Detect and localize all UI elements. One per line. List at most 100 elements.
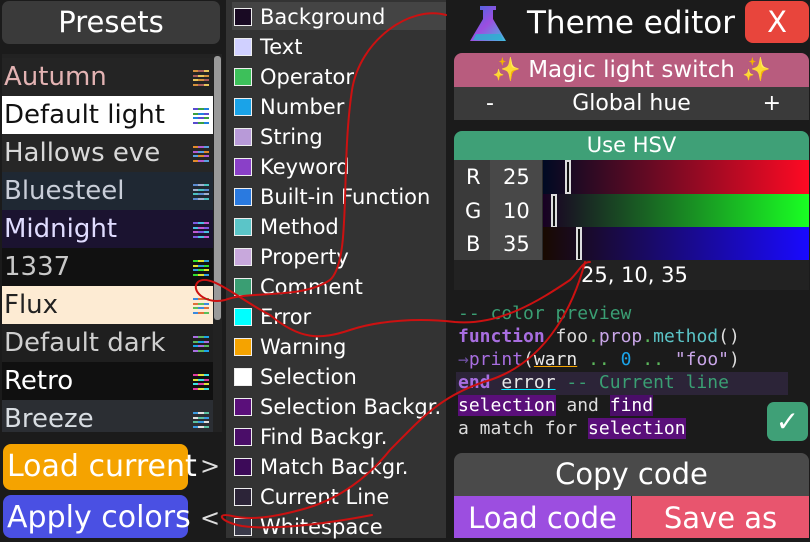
preset-item[interactable]: Flux [2,286,213,324]
blue-slider-handle[interactable] [576,227,582,261]
hue-plus-button[interactable]: + [763,87,781,120]
keyword-token: function [458,326,545,347]
paren-token: ( [523,349,534,370]
comment-token: -- color preview [458,303,632,324]
preset-label: 1337 [4,252,71,282]
color-key-item[interactable]: Comment [234,271,363,301]
apply-colors-button[interactable]: Apply colors [3,495,191,538]
color-key-item[interactable]: Selection [234,361,357,391]
close-button[interactable]: X [745,1,809,43]
color-swatch-icon [234,158,252,176]
preset-item[interactable]: Autumn [2,58,213,96]
preset-item[interactable]: 1337 [2,248,213,286]
color-key-label: Operator [260,65,354,89]
color-key-item[interactable]: Match Backgr. [234,451,408,481]
preset-item[interactable]: Default light [2,96,213,134]
color-key-item[interactable]: Property [234,241,349,271]
color-key-item[interactable]: Whitespace [234,511,383,541]
palette-swatch-icon [193,70,209,86]
color-swatch-icon [234,368,252,386]
color-key-item[interactable]: Background [234,1,385,31]
find-token: find [609,395,654,416]
color-key-label: Selection [260,365,357,389]
preset-item[interactable]: Breeze [2,400,213,432]
red-slider[interactable] [543,160,809,194]
preset-label: Hallows eve [4,138,161,168]
load-current-button[interactable]: Load current [3,444,197,490]
color-swatch-icon [234,188,252,206]
color-swatch-icon [234,8,252,26]
selection-token: selection [458,395,556,416]
preset-item[interactable]: Midnight [2,210,213,248]
use-hsv-button[interactable]: Use HSV [454,131,809,160]
color-key-item[interactable]: Keyword [234,151,350,181]
color-key-item[interactable]: Warning [234,331,346,361]
color-key-label: Keyword [260,155,350,179]
preset-label: Midnight [4,214,118,244]
magic-light-switch-button[interactable]: ✨ Magic light switch ✨ [454,53,809,87]
preset-item[interactable]: Retro [2,362,213,400]
blue-slider[interactable] [543,227,809,261]
load-code-button[interactable]: Load code [454,496,631,538]
hue-minus-button[interactable]: - [486,87,494,120]
red-slider-handle[interactable] [565,160,571,194]
color-key-item[interactable]: Error [234,301,311,331]
preset-label: Autumn [4,62,107,92]
color-key-item[interactable]: Number [234,91,344,121]
color-swatch-icon [234,278,252,296]
preset-scrollbar[interactable] [214,56,221,320]
color-key-item[interactable]: Selection Backgr. [234,391,441,421]
global-hue-row: Global hue - + [454,87,809,120]
comment-token: -- Current line [555,372,729,393]
color-swatch-icon [234,98,252,116]
palette-swatch-icon [193,412,209,428]
number-token: 0 [620,349,632,370]
preset-item[interactable]: Default dark [2,324,213,362]
color-swatch-icon [234,338,252,356]
color-key-item[interactable]: Current Line [234,481,389,511]
palette-swatch-icon [193,146,209,162]
channel-b-label: B [466,232,481,256]
color-key-item[interactable]: Built-in Function [234,181,430,211]
channel-b-value[interactable]: 35 [503,227,530,261]
color-key-item[interactable]: Text [234,31,302,61]
apply-check-button[interactable]: ✓ [767,402,808,441]
palette-swatch-icon [193,298,209,314]
code-preview: -- color preview function foo.prop.metho… [454,299,809,444]
green-slider[interactable] [543,194,809,228]
operator-token: . [642,326,654,347]
presets-title: Presets [2,1,220,44]
save-as-button[interactable]: Save as [632,496,809,538]
color-key-item[interactable]: Find Backgr. [234,421,387,451]
green-slider-handle[interactable] [551,194,557,228]
color-swatch-icon [234,38,252,56]
rgb-readout-text: 25, 10, 35 [581,263,688,287]
copy-code-button[interactable]: Copy code [454,453,809,496]
color-key-item[interactable]: String [234,121,323,151]
color-key-label: Background [260,5,386,29]
preview-line-6: a match for selection [458,417,686,440]
preset-list[interactable]: Autumn Default light Hallows eve Bluesteel M… [2,54,222,432]
preset-item[interactable]: Hallows eve [2,134,213,172]
preview-line-4: end error -- Current line [458,371,729,394]
channel-r-value[interactable]: 25 [503,160,530,194]
color-swatch-icon [234,518,252,536]
paren-token: () [718,326,740,347]
preview-line-1: -- color preview [458,302,631,325]
arrow-right-icon: > [200,452,221,480]
color-key-item[interactable]: Operator [234,61,354,91]
preset-label: Flux [4,290,59,320]
preset-label: Default dark [4,328,166,358]
preset-item[interactable]: Bluesteel [2,172,213,210]
color-key-item[interactable]: Method [234,211,339,241]
color-key-label: Error [260,305,312,329]
text-token: and [555,395,610,416]
color-key-label: Built-in Function [260,185,431,209]
palette-swatch-icon [193,108,209,124]
color-key-label: String [260,125,323,149]
rgb-channel-values: 25 10 35 [490,160,542,260]
channel-g-value[interactable]: 10 [503,194,530,228]
